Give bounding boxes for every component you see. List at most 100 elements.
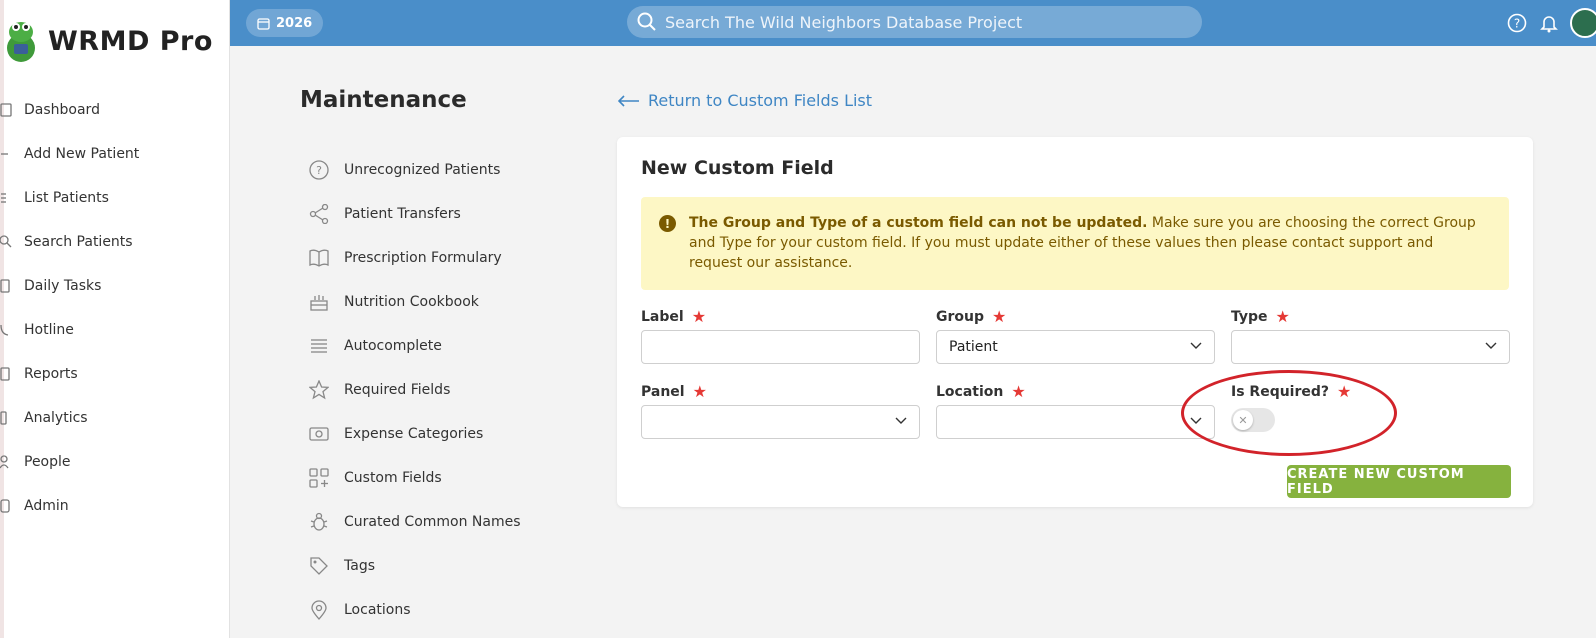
type-select[interactable] — [1231, 330, 1510, 364]
location-field: Location ★ — [936, 382, 1215, 439]
avatar[interactable] — [1570, 8, 1596, 38]
list-icon — [0, 189, 16, 207]
question-circle-icon: ? — [308, 159, 330, 181]
warning-alert: ! The Group and Type of a custom field c… — [641, 197, 1509, 290]
hotline-icon — [0, 321, 16, 339]
return-to-custom-fields-link[interactable]: Return to Custom Fields List — [618, 91, 872, 110]
maintenance-item-patient-transfers[interactable]: Patient Transfers — [308, 192, 588, 236]
sidebar-item-label: People — [24, 454, 71, 470]
sidebar-item-search-patients[interactable]: Search Patients — [0, 220, 229, 264]
chevron-down-icon — [895, 417, 907, 424]
brand[interactable]: WRMD Pro — [4, 18, 213, 64]
sidebar-item-label: List Patients — [24, 190, 109, 206]
sidebar-item-dashboard[interactable]: Dashboard — [0, 88, 229, 132]
maintenance-item-curated-common-names[interactable]: Curated Common Names — [308, 500, 588, 544]
maintenance-item-unrecognized-patients[interactable]: ? Unrecognized Patients — [308, 148, 588, 192]
required-star-icon: ★ — [691, 307, 707, 326]
sidebar-item-analytics[interactable]: Analytics — [0, 396, 229, 440]
sidebar-item-label: Add New Patient — [24, 146, 140, 162]
tasks-icon — [0, 277, 16, 295]
top-bar-actions: ? — [1506, 8, 1596, 38]
maintenance-menu: ? Unrecognized Patients Patient Transfer… — [308, 148, 588, 632]
highlight-ellipse — [1181, 370, 1397, 456]
grid-plus-icon — [308, 467, 330, 489]
maintenance-item-nutrition-cookbook[interactable]: Nutrition Cookbook — [308, 280, 588, 324]
sidebar: WRMD Pro Dashboard Add New Patient List … — [0, 0, 230, 638]
panel-select[interactable] — [641, 405, 920, 439]
calendar-icon — [257, 17, 270, 30]
sidebar-item-label: Search Patients — [24, 234, 133, 250]
maintenance-item-label: Unrecognized Patients — [344, 162, 501, 178]
search-input[interactable] — [665, 12, 1165, 32]
sidebar-item-label: Admin — [24, 498, 69, 514]
sidebar-item-add-new-patient[interactable]: Add New Patient — [0, 132, 229, 176]
cake-icon — [308, 291, 330, 313]
sidebar-item-admin[interactable]: Admin — [0, 484, 229, 528]
maintenance-item-required-fields[interactable]: Required Fields — [308, 368, 588, 412]
type-field-label: Type — [1231, 309, 1268, 325]
sidebar-item-hotline[interactable]: Hotline — [0, 308, 229, 352]
year-selector[interactable]: 2026 — [246, 9, 324, 37]
search-icon — [637, 12, 656, 31]
maintenance-item-label: Expense Categories — [344, 426, 484, 442]
plus-icon — [0, 145, 16, 163]
analytics-icon — [0, 409, 16, 427]
search-icon — [0, 233, 16, 251]
card-title: New Custom Field — [641, 157, 834, 179]
sidebar-item-people[interactable]: People — [0, 440, 229, 484]
maintenance-item-locations[interactable]: Locations — [308, 588, 588, 632]
brand-title: WRMD Pro — [48, 25, 213, 57]
people-icon — [0, 453, 16, 471]
maintenance-item-label: Patient Transfers — [344, 206, 461, 222]
maintenance-item-tags[interactable]: Tags — [308, 544, 588, 588]
svg-text:?: ? — [316, 164, 322, 177]
lines-icon — [308, 335, 330, 357]
bug-icon — [308, 511, 330, 533]
bell-icon[interactable] — [1538, 12, 1560, 34]
star-icon — [308, 379, 330, 401]
group-select[interactable]: Patient — [936, 330, 1215, 364]
required-star-icon: ★ — [1011, 382, 1026, 401]
global-search[interactable] — [627, 6, 1202, 38]
sidebar-item-label: Reports — [24, 366, 78, 382]
maintenance-item-autocomplete[interactable]: Autocomplete — [308, 324, 588, 368]
required-star-icon: ★ — [1275, 307, 1290, 326]
maintenance-item-custom-fields[interactable]: Custom Fields — [308, 456, 588, 500]
sidebar-item-reports[interactable]: Reports — [0, 352, 229, 396]
maintenance-item-label: Prescription Formulary — [344, 250, 502, 266]
group-field-label: Group — [936, 309, 985, 325]
maintenance-item-label: Required Fields — [344, 382, 451, 398]
help-icon[interactable]: ? — [1506, 12, 1528, 34]
label-field-label: Label — [641, 309, 684, 325]
chevron-down-icon — [1485, 342, 1497, 349]
maintenance-item-label: Curated Common Names — [344, 514, 521, 530]
maintenance-item-expense-categories[interactable]: Expense Categories — [308, 412, 588, 456]
year-label: 2026 — [276, 15, 313, 31]
maintenance-item-label: Autocomplete — [344, 338, 442, 354]
sidebar-item-daily-tasks[interactable]: Daily Tasks — [0, 264, 229, 308]
create-custom-field-button[interactable]: CREATE NEW CUSTOM FIELD — [1287, 465, 1511, 498]
maintenance-item-label: Tags — [344, 558, 375, 574]
money-icon — [308, 423, 330, 445]
return-link-label: Return to Custom Fields List — [648, 91, 873, 110]
sidebar-item-label: Hotline — [24, 322, 74, 338]
reports-icon — [0, 365, 16, 383]
maintenance-item-prescription-formulary[interactable]: Prescription Formulary — [308, 236, 588, 280]
type-field: Type ★ — [1231, 307, 1510, 364]
frog-logo-icon — [7, 22, 35, 62]
top-bar: 2026 ? — [230, 0, 1596, 46]
required-star-icon: ★ — [992, 307, 1007, 326]
sidebar-item-list-patients[interactable]: List Patients — [0, 176, 229, 220]
sidebar-item-label: Dashboard — [24, 102, 100, 118]
sidebar-item-label: Daily Tasks — [24, 278, 102, 294]
label-field: Label ★ — [641, 307, 920, 364]
alert-bold-text: The Group and Type of a custom field can… — [689, 215, 1148, 231]
location-select[interactable] — [936, 405, 1215, 439]
sidebar-nav: Dashboard Add New Patient List Patients … — [0, 88, 229, 528]
map-pin-icon — [308, 599, 330, 621]
required-star-icon: ★ — [692, 382, 707, 401]
sidebar-item-label: Analytics — [24, 410, 88, 426]
page-title: Maintenance — [300, 87, 467, 113]
tag-icon — [308, 555, 330, 577]
label-input[interactable] — [641, 330, 920, 364]
